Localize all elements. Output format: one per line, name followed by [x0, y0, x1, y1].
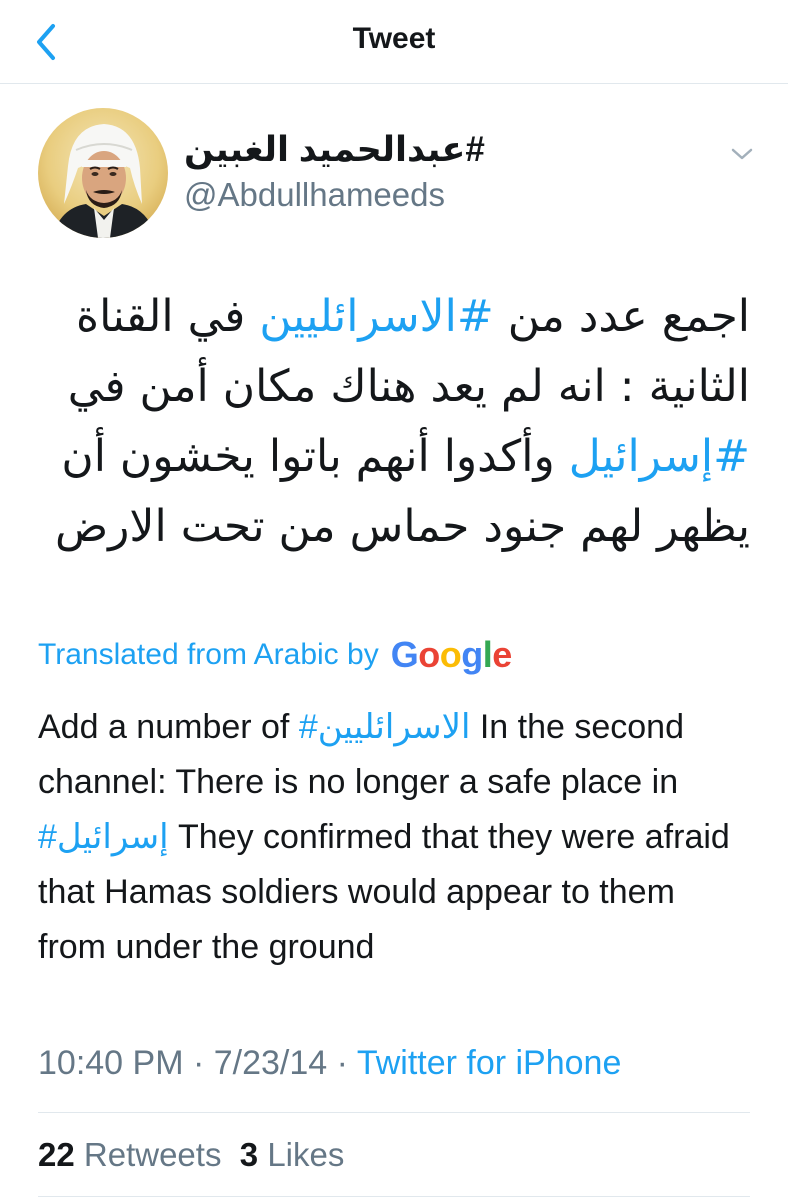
google-logo: Google [390, 634, 513, 675]
retweets-label: Retweets [83, 1136, 222, 1173]
chevron-down-icon [731, 148, 753, 160]
translated-text: Add a number of #الاسرائليين In the seco… [38, 700, 750, 975]
likes-stat[interactable]: 3 Likes [240, 1136, 345, 1173]
avatar[interactable] [38, 108, 168, 238]
hashtag-link-israel[interactable]: #إسرائيل [569, 431, 750, 482]
tweet-text-segment: اجمع عدد من [493, 291, 750, 342]
author-name[interactable]: #عبدالحميد الغبين [184, 130, 485, 170]
user-avatar-icon [52, 124, 156, 238]
tweet-source-link[interactable]: Twitter for iPhone [357, 1044, 622, 1082]
author-handle[interactable]: @Abdullhameeds [184, 176, 445, 214]
likes-label: Likes [267, 1136, 345, 1173]
retweets-count: 22 [38, 1136, 75, 1173]
tweet-detail-page: Tweet #عبدالحميد الغبين @Abdullhameeds ا… [0, 0, 788, 1200]
retweets-stat[interactable]: 22 Retweets [38, 1136, 221, 1173]
tweet-meta: 10:40 PM · 7/23/14 · Twitter for iPhone [38, 1044, 621, 1083]
meta-separator: · [327, 1044, 357, 1082]
more-options-button[interactable] [722, 138, 762, 170]
likes-count: 3 [239, 1136, 259, 1173]
tweet-time: 10:40 PM [38, 1044, 184, 1082]
hashtag-link-israelis[interactable]: #الاسرائليين [299, 708, 471, 746]
hashtag-link-israel[interactable]: #إسرائيل [38, 818, 169, 856]
divider [38, 1196, 750, 1197]
translation-segment: Add a number of [38, 708, 299, 746]
page-title: Tweet [352, 22, 436, 55]
divider [38, 1112, 750, 1113]
meta-separator: · [183, 1044, 214, 1082]
tweet-stats: 22 Retweets 3 Likes [38, 1136, 344, 1174]
translated-label: Translated from Arabic by [38, 638, 379, 671]
tweet-text: اجمع عدد من #الاسرائليين في القناة الثان… [38, 282, 750, 562]
header-bar: Tweet [0, 0, 788, 84]
tweet-date: 7/23/14 [213, 1044, 328, 1082]
translation-attribution[interactable]: Translated from Arabic by Google [38, 630, 512, 680]
hashtag-link-israelis[interactable]: #الاسرائليين [259, 291, 493, 342]
